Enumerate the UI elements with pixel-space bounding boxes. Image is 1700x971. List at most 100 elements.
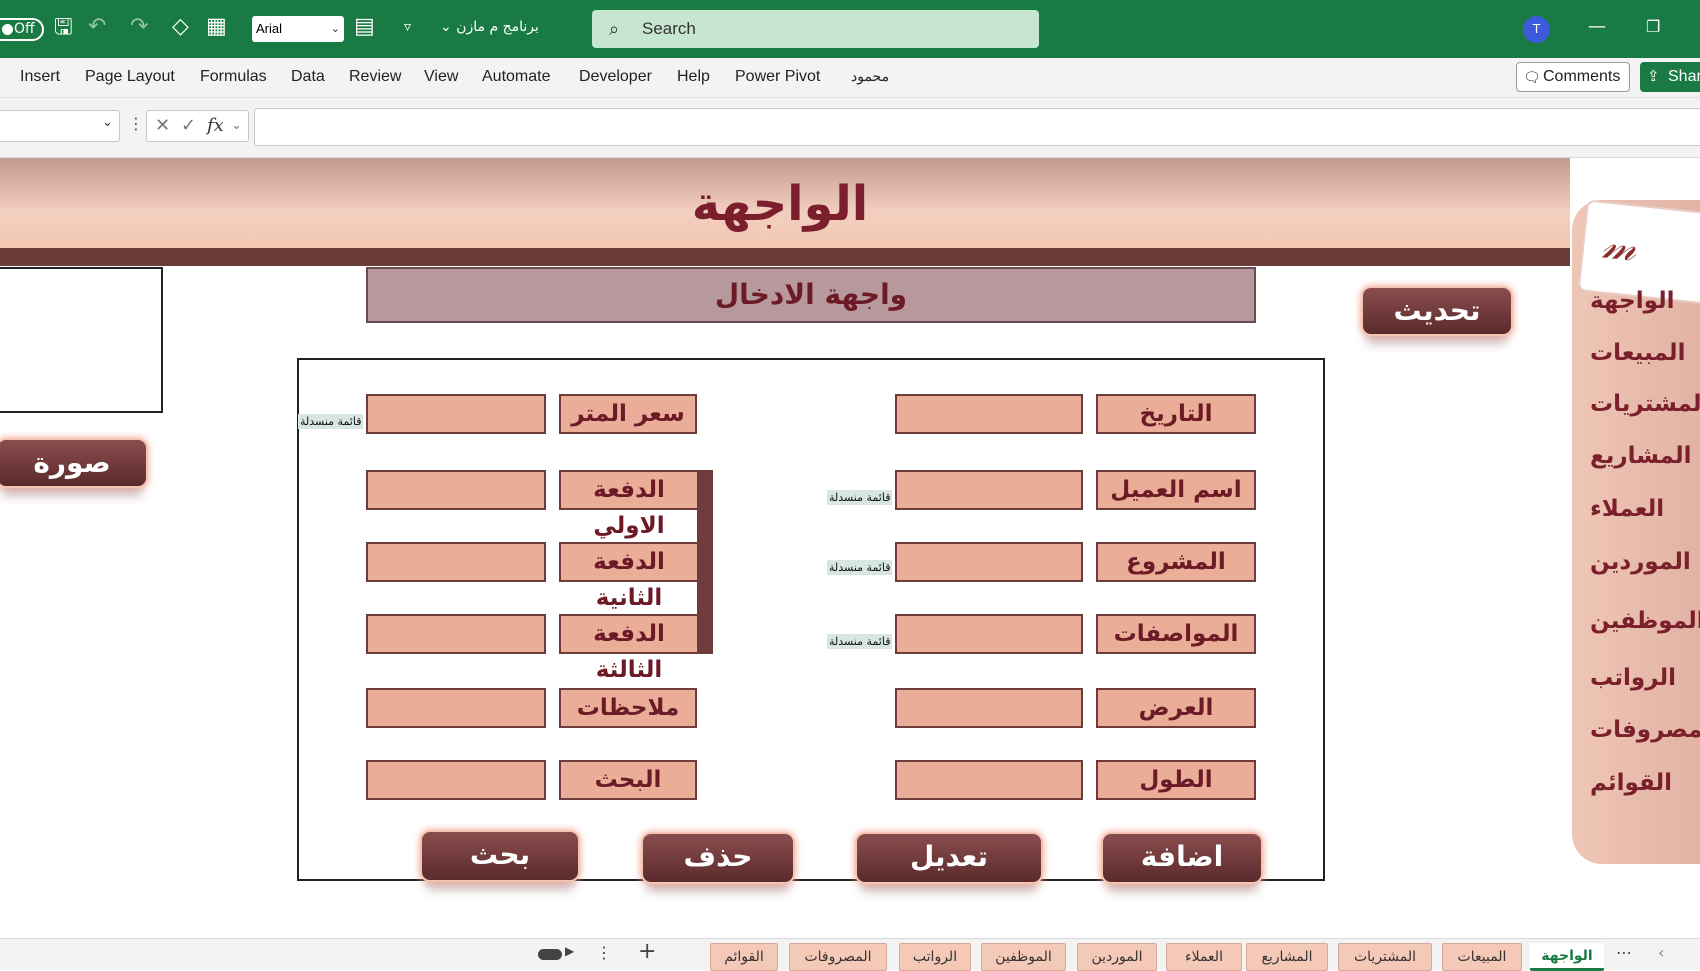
sheet-tab-suppliers[interactable]: الموردين [1077,943,1157,971]
formula-bar: ⌄ ⋮ ✕ ✓ fx ⌄ [0,98,1700,158]
workbook-name[interactable]: برنامج م مازن ⌄ [440,19,539,35]
add-sheet-button[interactable]: + [638,939,656,964]
workbook-name-label: برنامج م مازن [456,19,539,35]
save-icon[interactable]: 🖫 [54,17,73,39]
table-icon[interactable]: ▦ [206,16,227,38]
cancel-icon[interactable]: ✕ [155,111,170,141]
nav-item-expenses[interactable]: المصروفات [1590,717,1700,743]
date-field[interactable] [895,394,1083,434]
scroll-handle-icon[interactable] [538,949,562,960]
autosave-toggle[interactable]: Off [0,18,44,41]
format-painter-icon[interactable]: ◇ [172,16,189,38]
specifications-field[interactable] [895,614,1083,654]
divider [0,248,1570,266]
tab-help[interactable]: Help [677,68,710,86]
avatar[interactable]: T [1523,16,1550,43]
font-selector[interactable]: Arial ⌄ [252,16,344,42]
nav-item-customers[interactable]: العملاء [1590,496,1700,522]
play-icon[interactable]: ▶ [565,944,574,958]
label-search: البحث [559,760,697,800]
tab-view[interactable]: View [424,68,458,86]
undo-icon[interactable]: ↶ [88,16,106,38]
more-sheets-button[interactable]: ⋯ [1616,943,1632,962]
sheet-tab-expenses[interactable]: المصروفات [789,943,887,971]
search-button[interactable]: بحث [420,830,580,882]
title-bar: Off 🖫 ↶ ↷ ◇ ▦ Arial ⌄ ▤ ▿ برنامج م مازن … [0,0,1700,58]
nav-item-lists[interactable]: القوائم [1590,770,1700,796]
nav-item-salaries[interactable]: الرواتب [1590,665,1700,691]
refresh-button[interactable]: تحديث [1361,286,1513,336]
formula-input[interactable] [254,108,1700,146]
font-name: Arial [256,21,283,36]
borders-icon[interactable]: ▤ [354,16,375,38]
label-date: التاريخ [1096,394,1256,434]
more-options-icon[interactable]: ⋮ [596,943,612,962]
tab-power-pivot[interactable]: Power Pivot [735,68,820,86]
sheet-tab-projects[interactable]: المشاريع [1246,943,1328,971]
tab-formulas[interactable]: Formulas [200,68,267,86]
search-field[interactable] [366,760,546,800]
tab-review[interactable]: Review [349,68,401,86]
search-placeholder: Search [642,19,696,38]
nav-item-sales[interactable]: المبيعات [1590,340,1700,366]
delete-button[interactable]: حذف [641,832,795,884]
sheet-tab-customers[interactable]: العملاء [1166,943,1242,971]
label-project: المشروع [1096,542,1256,582]
sheet-tab-lists[interactable]: القوائم [710,943,778,971]
tab-insert[interactable]: Insert [20,68,60,86]
restore-icon[interactable]: ❐ [1646,16,1660,38]
tab-data[interactable]: Data [291,68,325,86]
logo-text: 𝓂 [1600,221,1639,271]
more-options-icon[interactable]: ⋮ [128,114,144,133]
photo-button[interactable]: صورة [0,438,148,488]
sheet-tab-interface[interactable]: الواجهة [1530,943,1604,971]
first-payment-field[interactable] [366,470,546,510]
price-per-meter-field[interactable] [366,394,546,434]
enter-icon[interactable]: ✓ [181,111,196,141]
label-first-payment: الدفعة الاولي [559,470,699,539]
comments-button[interactable]: 🗨 Comments [1516,62,1630,92]
tab-page-layout[interactable]: Page Layout [85,68,175,86]
search-box[interactable]: ⌕ Search [592,10,1039,48]
nav-item-interface[interactable]: الواجهة [1590,288,1700,314]
chevron-left-icon[interactable]: ‹ [1658,943,1664,962]
second-payment-field[interactable] [366,542,546,582]
label-notes: ملاحظات [559,688,697,728]
tab-automate[interactable]: Automate [482,68,550,86]
add-button[interactable]: اضافة [1101,832,1263,884]
customize-toolbar-icon[interactable]: ▿ [404,16,411,38]
sheet-tab-sales[interactable]: المبيعات [1442,943,1522,971]
nav-item-employees[interactable]: الموظفين [1590,608,1700,634]
sheet-tab-salaries[interactable]: الرواتب [899,943,971,971]
label-width: العرض [1096,688,1256,728]
label-third-payment: الدفعة الثالثة [559,614,699,683]
photo-frame [0,267,163,413]
redo-icon[interactable]: ↷ [130,16,148,38]
nav-item-purchases[interactable]: المشتريات [1590,391,1700,417]
entry-header: واجهة الادخال [366,267,1256,323]
edit-button[interactable]: تعديل [855,832,1043,884]
notes-field[interactable] [366,688,546,728]
sheet-tab-purchases[interactable]: المشتريات [1338,943,1432,971]
share-button[interactable]: ⇪ Shar [1640,62,1700,92]
third-payment-field[interactable] [366,614,546,654]
worksheet: الواجهة واجهة الادخال صورة تحديث التاريخ… [0,158,1700,938]
tab-developer[interactable]: Developer [579,68,652,86]
project-field[interactable] [895,542,1083,582]
tab-custom[interactable]: محمود [851,68,889,85]
length-field[interactable] [895,760,1083,800]
customer-name-field[interactable] [895,470,1083,510]
share-label: Shar [1668,68,1700,85]
nav-item-suppliers[interactable]: الموردين [1590,549,1700,575]
insert-function-icon[interactable]: fx [207,111,224,141]
sheet-tabs-bar: ▶ ⋮ + القوائم المصروفات الرواتب الموظفين… [0,938,1700,971]
nav-item-projects[interactable]: المشاريع [1590,443,1700,469]
minimize-icon[interactable]: — [1588,16,1606,38]
sheet-tab-employees[interactable]: الموظفين [981,943,1066,971]
label-customer-name: اسم العميل [1096,470,1256,510]
name-box[interactable]: ⌄ [0,110,120,142]
chevron-down-icon: ⌄ [330,23,340,35]
comments-label: Comments [1543,68,1621,85]
dropdown-hint: قائمة منسدلة [827,634,893,649]
width-field[interactable] [895,688,1083,728]
